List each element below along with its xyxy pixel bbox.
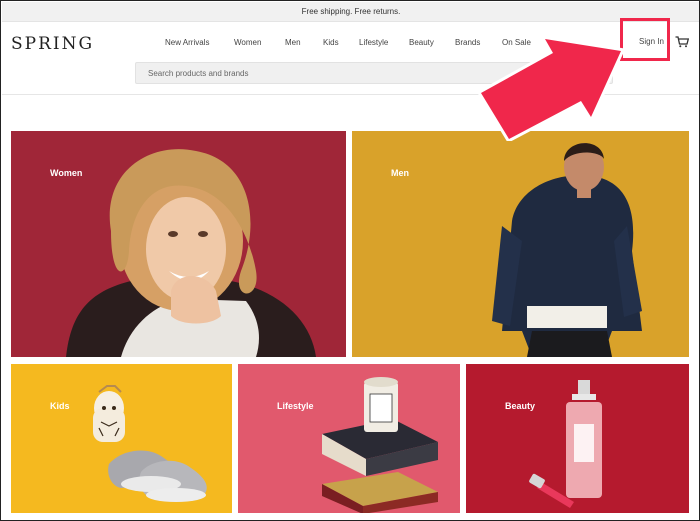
tile-label-lifestyle: Lifestyle bbox=[277, 401, 314, 411]
header-divider bbox=[2, 94, 699, 95]
sign-in-link[interactable]: Sign In bbox=[639, 37, 664, 46]
tile-label-women: Women bbox=[50, 168, 83, 178]
nav-item-beauty[interactable]: Beauty bbox=[409, 38, 434, 47]
category-tile-lifestyle[interactable]: Lifestyle bbox=[238, 364, 460, 513]
search-input[interactable] bbox=[148, 68, 612, 78]
tile-label-kids: Kids bbox=[50, 401, 70, 411]
category-tile-kids[interactable]: Kids bbox=[11, 364, 232, 513]
category-tile-women[interactable]: Women bbox=[11, 131, 346, 357]
lifestyle-photo bbox=[238, 364, 460, 513]
category-tile-beauty[interactable]: Beauty bbox=[466, 364, 689, 513]
tile-label-men: Men bbox=[391, 168, 409, 178]
kids-photo bbox=[11, 364, 232, 513]
nav-item-men[interactable]: Men bbox=[285, 38, 301, 47]
tile-label-beauty: Beauty bbox=[505, 401, 536, 411]
women-photo bbox=[11, 131, 346, 357]
nav-item-women[interactable]: Women bbox=[234, 38, 261, 47]
cart-icon[interactable] bbox=[675, 36, 689, 48]
page-frame: Free shipping. Free returns. SPRING New … bbox=[0, 0, 700, 521]
beauty-photo bbox=[466, 364, 689, 513]
nav-item-on-sale[interactable]: On Sale bbox=[502, 38, 531, 47]
category-tile-men[interactable]: Men bbox=[352, 131, 689, 357]
main-nav: New Arrivals Women Men Kids Lifestyle Be… bbox=[1, 38, 699, 50]
men-photo bbox=[352, 131, 689, 357]
search-bar[interactable] bbox=[135, 62, 613, 84]
nav-item-new-arrivals[interactable]: New Arrivals bbox=[165, 38, 209, 47]
nav-item-lifestyle[interactable]: Lifestyle bbox=[359, 38, 388, 47]
promo-text: Free shipping. Free returns. bbox=[301, 7, 401, 16]
nav-item-kids[interactable]: Kids bbox=[323, 38, 339, 47]
nav-item-brands[interactable]: Brands bbox=[455, 38, 480, 47]
promo-bar: Free shipping. Free returns. bbox=[2, 2, 699, 22]
